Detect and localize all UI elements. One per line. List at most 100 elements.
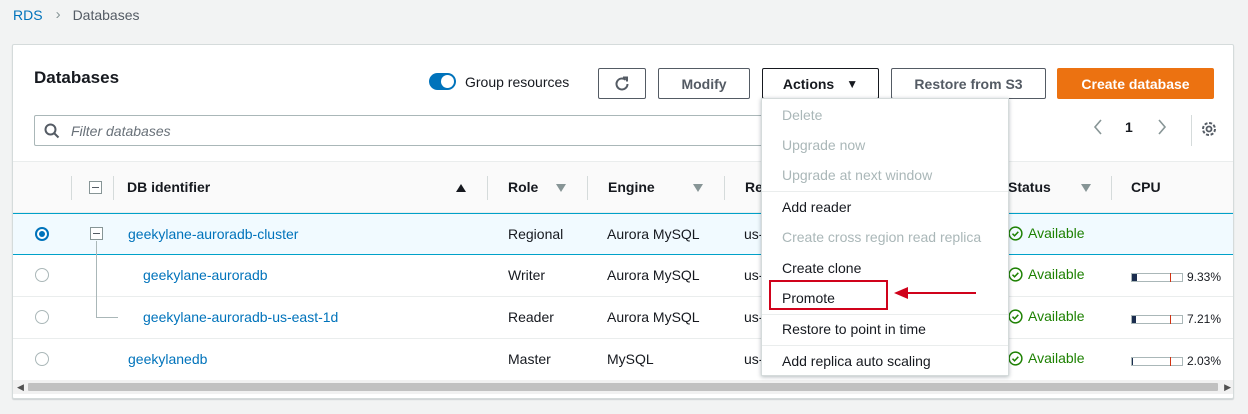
divider [1191, 115, 1192, 146]
col-db-identifier[interactable]: DB identifier [127, 179, 210, 195]
engine-cell: Aurora MySQL [607, 267, 700, 283]
cpu-threshold [1170, 356, 1171, 366]
cpu-meter: 9.33% [1131, 270, 1221, 284]
menu-item-add-reader[interactable]: Add reader [782, 199, 851, 215]
col-engine[interactable]: Engine [608, 179, 655, 195]
actions-button[interactable]: Actions ▼ [762, 68, 879, 99]
modify-button[interactable]: Modify [658, 68, 750, 99]
menu-divider [762, 314, 1008, 315]
cpu-threshold [1170, 314, 1171, 324]
col-cpu[interactable]: CPU [1131, 179, 1161, 195]
cpu-threshold [1170, 272, 1171, 282]
db-identifier-link[interactable]: geekylane-auroradb [143, 267, 268, 283]
page-number[interactable]: 1 [1125, 119, 1133, 135]
scroll-left-icon[interactable]: ◀ [17, 382, 24, 393]
row-radio[interactable] [35, 310, 49, 324]
chevron-right-icon[interactable] [1157, 119, 1167, 135]
horizontal-scrollbar[interactable]: ◀ ▶ [13, 380, 1233, 394]
row-radio[interactable] [35, 268, 49, 282]
refresh-button[interactable] [598, 68, 646, 99]
db-identifier-link[interactable]: geekylane-auroradb-cluster [128, 226, 298, 242]
toggle-label: Group resources [465, 73, 570, 90]
menu-divider [762, 191, 1008, 192]
column-divider [587, 176, 588, 200]
menu-item-create-clone[interactable]: Create clone [782, 260, 861, 276]
restore-from-s3-button[interactable]: Restore from S3 [891, 68, 1046, 99]
scrollbar-thumb[interactable] [28, 383, 1218, 391]
table-row[interactable]: geekylane-auroradb-cluster Regional Auro… [13, 213, 1233, 255]
row-radio[interactable] [35, 352, 49, 366]
menu-item-upgrade-now: Upgrade now [782, 137, 866, 153]
check-circle-icon [1008, 225, 1023, 241]
table-header: DB identifier Role Engine Re Status CPU [13, 161, 1233, 213]
search-icon [44, 123, 60, 138]
status-badge: Available [1008, 225, 1085, 241]
page-title: Databases [34, 68, 120, 87]
gear-icon[interactable] [1200, 120, 1218, 138]
databases-panel: Databases Group resources Modify Actions… [12, 44, 1234, 399]
menu-item-replica-auto-scaling[interactable]: Add replica auto scaling [782, 353, 931, 369]
promote-highlight-box [769, 280, 888, 310]
role-cell: Writer [508, 267, 546, 283]
group-resources-toggle[interactable]: Group resources [429, 73, 569, 90]
db-identifier-link[interactable]: geekylanedb [128, 351, 207, 367]
scroll-right-icon[interactable]: ▶ [1224, 382, 1231, 393]
filter-input[interactable] [71, 122, 671, 139]
sort-down-icon[interactable] [693, 184, 703, 192]
col-role[interactable]: Role [508, 179, 538, 195]
check-circle-icon [1008, 350, 1023, 366]
column-divider [724, 176, 725, 200]
tree-line [96, 317, 118, 318]
table-row[interactable]: geekylanedb Master MySQL us- Available 2… [13, 339, 1233, 381]
column-divider [487, 176, 488, 200]
column-divider [71, 176, 72, 200]
breadcrumb: RDS › Databases [13, 6, 140, 23]
role-cell: Reader [508, 309, 554, 325]
actions-menu: Delete Upgrade now Upgrade at next windo… [761, 98, 1009, 376]
status-badge: Available [1008, 350, 1085, 366]
breadcrumb-rds-link[interactable]: RDS [13, 7, 43, 23]
pagination: 1 [1093, 119, 1167, 135]
sort-up-icon[interactable] [456, 184, 466, 192]
column-divider [113, 176, 114, 200]
status-text: Available [1028, 308, 1085, 324]
breadcrumb-current: Databases [72, 6, 140, 23]
status-badge: Available [1008, 308, 1085, 324]
status-text: Available [1028, 225, 1085, 241]
table-row[interactable]: geekylane-auroradb Writer Aurora MySQL u… [13, 241, 1233, 297]
column-divider [1111, 176, 1112, 200]
col-status[interactable]: Status [1008, 179, 1051, 195]
role-cell: Master [508, 351, 551, 367]
caret-down-icon: ▼ [846, 76, 859, 91]
cpu-value: 7.21% [1187, 312, 1222, 326]
cpu-bar [1131, 356, 1183, 366]
sort-down-icon[interactable] [556, 184, 566, 192]
cpu-value: 2.03% [1187, 354, 1222, 368]
tree-line [96, 295, 97, 317]
databases-table: DB identifier Role Engine Re Status CPU … [13, 161, 1233, 381]
row-radio[interactable] [35, 227, 49, 241]
db-identifier-link[interactable]: geekylane-auroradb-us-east-1d [143, 309, 338, 325]
engine-cell: Aurora MySQL [607, 226, 700, 242]
chevron-left-icon[interactable] [1093, 119, 1103, 135]
collapse-icon[interactable] [90, 227, 103, 240]
tree-line [96, 241, 97, 297]
cpu-fill [1132, 315, 1136, 323]
menu-item-restore-point-in-time[interactable]: Restore to point in time [782, 321, 926, 337]
cpu-bar [1131, 314, 1183, 324]
create-database-button[interactable]: Create database [1057, 68, 1214, 99]
status-text: Available [1028, 350, 1085, 366]
menu-item-upgrade-next-window: Upgrade at next window [782, 167, 933, 183]
engine-cell: MySQL [607, 351, 654, 367]
menu-divider [762, 345, 1008, 346]
status-text: Available [1028, 266, 1085, 282]
sort-down-icon[interactable] [1081, 184, 1091, 192]
table-row[interactable]: geekylane-auroradb-us-east-1d Reader Aur… [13, 295, 1233, 339]
check-circle-icon [1008, 308, 1023, 324]
collapse-all-icon[interactable] [89, 181, 102, 194]
status-badge: Available [1008, 266, 1085, 282]
menu-item-cross-region-replica: Create cross region read replica [782, 229, 982, 245]
engine-cell: Aurora MySQL [607, 309, 700, 325]
cpu-fill [1132, 273, 1137, 281]
toggle-switch[interactable] [429, 73, 456, 90]
